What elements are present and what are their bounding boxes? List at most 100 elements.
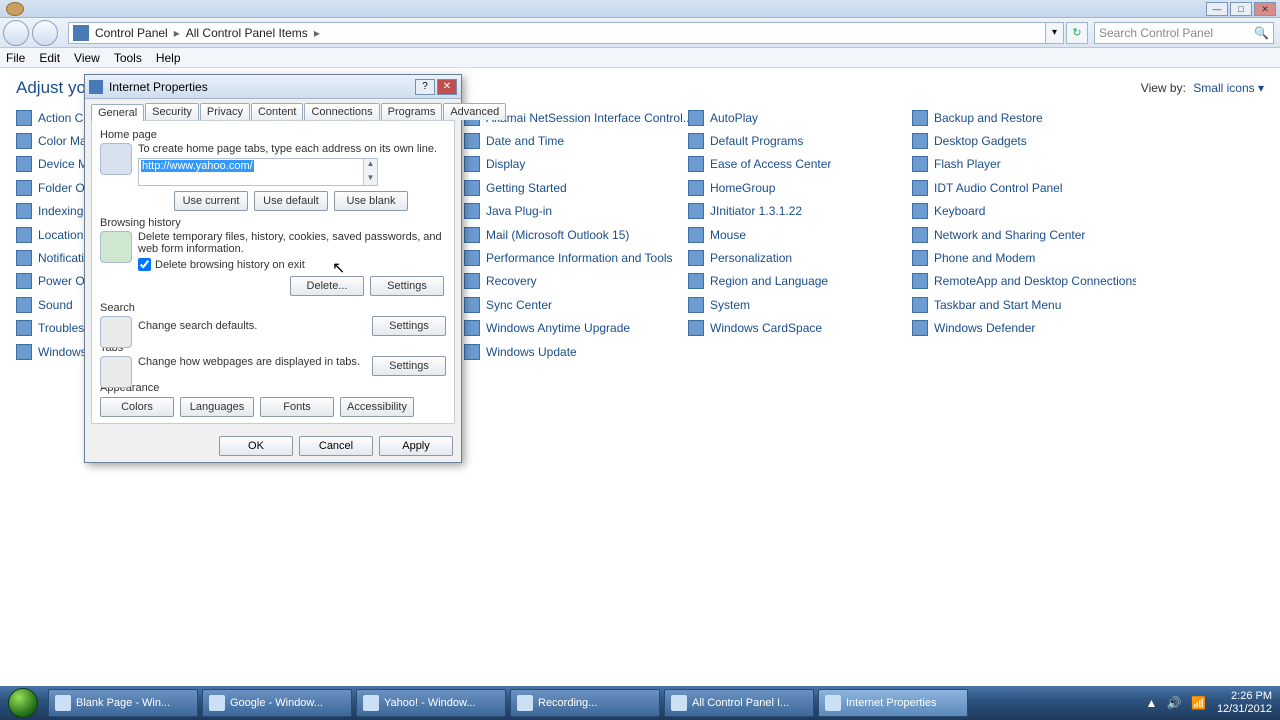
search-input[interactable]: Search Control Panel 🔍 — [1094, 22, 1274, 44]
control-panel-item[interactable]: Network and Sharing Center — [912, 223, 1136, 246]
ok-button[interactable]: OK — [219, 436, 293, 456]
control-panel-item[interactable]: Mail (Microsoft Outlook 15) — [464, 223, 688, 246]
control-panel-item[interactable]: Getting Started — [464, 176, 688, 199]
search-section-icon — [100, 316, 132, 348]
control-panel-item[interactable]: Region and Language — [688, 270, 912, 293]
control-panel-item[interactable]: AutoPlay — [688, 106, 912, 129]
taskbar-item[interactable]: Yahoo! - Window... — [356, 689, 506, 717]
tray-date: 12/31/2012 — [1217, 703, 1272, 716]
dialog-tabs: GeneralSecurityPrivacyContentConnections… — [85, 99, 461, 120]
taskbar-item[interactable]: Google - Window... — [202, 689, 352, 717]
tab-general[interactable]: General — [91, 104, 144, 121]
control-panel-item[interactable]: Windows Anytime Upgrade — [464, 317, 688, 340]
control-panel-item[interactable]: Windows Update — [464, 340, 688, 363]
dialog-help-button[interactable]: ? — [415, 79, 435, 95]
control-panel-item[interactable]: Performance Information and Tools — [464, 246, 688, 269]
item-icon — [16, 344, 32, 360]
menu-file[interactable]: File — [6, 51, 25, 65]
search-text: Change search defaults. — [138, 320, 372, 332]
tab-programs[interactable]: Programs — [381, 103, 443, 120]
dialog-titlebar[interactable]: Internet Properties ? ✕ — [85, 75, 461, 99]
control-panel-item[interactable]: Ease of Access Center — [688, 153, 912, 176]
use-current-button[interactable]: Use current — [174, 191, 248, 211]
taskbar-item[interactable]: Recording... — [510, 689, 660, 717]
control-panel-item[interactable]: Personalization — [688, 246, 912, 269]
item-label: Taskbar and Start Menu — [934, 298, 1061, 312]
control-panel-item[interactable]: Mouse — [688, 223, 912, 246]
menu-tools[interactable]: Tools — [114, 51, 142, 65]
item-icon — [16, 156, 32, 172]
dialog-close-button[interactable]: ✕ — [437, 79, 457, 95]
tab-advanced[interactable]: Advanced — [443, 103, 506, 120]
homepage-url-input[interactable]: http://www.yahoo.com/ ▲▼ — [138, 158, 378, 186]
colors-button[interactable]: Colors — [100, 397, 174, 417]
minimize-button[interactable]: — — [1206, 2, 1228, 16]
tab-content[interactable]: Content — [251, 103, 304, 120]
control-panel-item[interactable]: Flash Player — [912, 153, 1136, 176]
control-panel-item[interactable]: RemoteApp and Desktop Connections — [912, 270, 1136, 293]
dialog-title: Internet Properties — [109, 80, 208, 94]
internet-properties-dialog: Internet Properties ? ✕ GeneralSecurityP… — [84, 74, 462, 463]
control-panel-item[interactable]: IDT Audio Control Panel — [912, 176, 1136, 199]
item-icon — [688, 110, 704, 126]
view-by-dropdown[interactable]: Small icons ▾ — [1193, 81, 1264, 95]
control-panel-item[interactable]: System — [688, 293, 912, 316]
languages-button[interactable]: Languages — [180, 397, 254, 417]
search-settings-button[interactable]: Settings — [372, 316, 446, 336]
accessibility-button[interactable]: Accessibility — [340, 397, 414, 417]
menu-help[interactable]: Help — [156, 51, 181, 65]
forward-button[interactable] — [32, 20, 58, 46]
delete-history-button[interactable]: Delete... — [290, 276, 364, 296]
tab-security[interactable]: Security — [145, 103, 199, 120]
start-button[interactable] — [0, 686, 46, 720]
appearance-label: Appearance — [100, 382, 446, 394]
system-tray[interactable]: ▲ 🔊 📶 2:26 PM 12/31/2012 — [1138, 690, 1280, 716]
tab-connections[interactable]: Connections — [304, 103, 379, 120]
back-button[interactable] — [3, 20, 29, 46]
control-panel-item[interactable]: JInitiator 1.3.1.22 — [688, 200, 912, 223]
control-panel-item[interactable]: Date and Time — [464, 129, 688, 152]
control-panel-item[interactable]: Java Plug-in — [464, 200, 688, 223]
use-default-button[interactable]: Use default — [254, 191, 328, 211]
tabs-settings-button[interactable]: Settings — [372, 356, 446, 376]
menu-edit[interactable]: Edit — [39, 51, 60, 65]
control-panel-item[interactable]: Recovery — [464, 270, 688, 293]
refresh-button[interactable]: ↻ — [1066, 22, 1088, 44]
item-label: Flash Player — [934, 157, 1001, 171]
control-panel-item[interactable]: Backup and Restore — [912, 106, 1136, 129]
control-panel-item[interactable]: Windows Defender — [912, 317, 1136, 340]
control-panel-item[interactable]: Keyboard — [912, 200, 1136, 223]
breadcrumb-seg[interactable]: All Control Panel Items — [186, 26, 308, 40]
control-panel-item[interactable]: Taskbar and Start Menu — [912, 293, 1136, 316]
search-icon[interactable]: 🔍 — [1254, 26, 1269, 40]
control-panel-item[interactable]: Windows CardSpace — [688, 317, 912, 340]
control-panel-item[interactable]: Desktop Gadgets — [912, 129, 1136, 152]
use-blank-button[interactable]: Use blank — [334, 191, 408, 211]
control-panel-item[interactable]: Sync Center — [464, 293, 688, 316]
textarea-scrollbar[interactable]: ▲▼ — [363, 159, 377, 185]
item-icon — [688, 156, 704, 172]
apply-button[interactable]: Apply — [379, 436, 453, 456]
tab-privacy[interactable]: Privacy — [200, 103, 250, 120]
taskbar-item[interactable]: All Control Panel I... — [664, 689, 814, 717]
history-settings-button[interactable]: Settings — [370, 276, 444, 296]
delete-on-exit-checkbox[interactable]: Delete browsing history on exit — [138, 258, 446, 271]
control-panel-item[interactable]: Phone and Modem — [912, 246, 1136, 269]
delete-on-exit-input[interactable] — [138, 258, 151, 271]
maximize-button[interactable]: □ — [1230, 2, 1252, 16]
cancel-button[interactable]: Cancel — [299, 436, 373, 456]
tray-icons[interactable]: ▲ 🔊 📶 — [1146, 697, 1209, 710]
control-panel-item[interactable]: Default Programs — [688, 129, 912, 152]
breadcrumb-dropdown[interactable]: ▾ — [1046, 22, 1064, 44]
taskbar-item[interactable]: Blank Page - Win... — [48, 689, 198, 717]
menu-view[interactable]: View — [74, 51, 100, 65]
breadcrumb-seg[interactable]: Control Panel — [95, 26, 168, 40]
close-button[interactable]: ✕ — [1254, 2, 1276, 16]
control-panel-item[interactable]: HomeGroup — [688, 176, 912, 199]
item-icon — [464, 203, 480, 219]
breadcrumb[interactable]: Control Panel ▸ All Control Panel Items … — [68, 22, 1046, 44]
item-label: Recovery — [486, 274, 537, 288]
control-panel-item[interactable]: Display — [464, 153, 688, 176]
taskbar-item[interactable]: Internet Properties — [818, 689, 968, 717]
fonts-button[interactable]: Fonts — [260, 397, 334, 417]
